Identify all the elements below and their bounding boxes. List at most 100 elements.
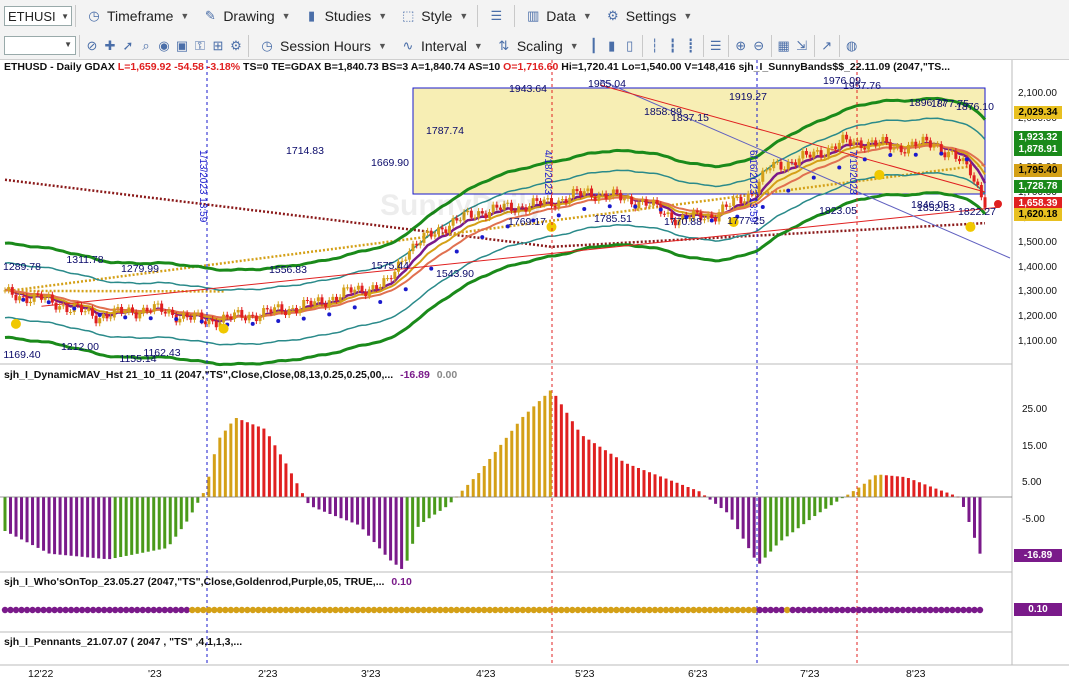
session-hours-button[interactable]: ◷ Session Hours ▼ bbox=[252, 32, 393, 59]
scaling-button[interactable]: ⇅ Scaling ▼ bbox=[489, 32, 585, 59]
hollow-candle-icon[interactable]: ▯ bbox=[621, 37, 639, 55]
candle-body bbox=[764, 170, 768, 172]
layout-select[interactable]: ▼ bbox=[4, 36, 76, 55]
candle-body bbox=[848, 139, 852, 146]
candle-body bbox=[936, 144, 940, 146]
whosontop-dot bbox=[304, 606, 312, 614]
style-button[interactable]: ⬚ Style ▼ bbox=[393, 0, 474, 32]
whosontop-dot bbox=[409, 606, 416, 614]
histogram-bar bbox=[267, 436, 271, 497]
whosontop-dot bbox=[833, 606, 840, 614]
candle-body bbox=[415, 243, 419, 246]
candle-body bbox=[101, 314, 105, 319]
signal-dot bbox=[72, 306, 77, 311]
candle-body bbox=[885, 136, 889, 143]
histogram-bar bbox=[917, 482, 921, 497]
candle-body bbox=[327, 300, 331, 308]
price-annotation: 1543.90 bbox=[436, 268, 474, 280]
candle-body bbox=[364, 291, 368, 297]
panel2-label: sjh_I_DynamicMAV_Hst 21_10_11 (2047,"TS"… bbox=[4, 369, 457, 381]
data-button[interactable]: ▥ Data ▼ bbox=[518, 0, 598, 32]
crosshair-icon[interactable]: ✚ bbox=[101, 37, 119, 55]
candle-body bbox=[3, 290, 7, 292]
candle-body bbox=[619, 192, 623, 201]
whosontop-dot bbox=[205, 606, 213, 614]
whosontop-dot bbox=[172, 606, 179, 614]
lock-icon[interactable]: ⚿ bbox=[191, 37, 209, 55]
histogram-bar bbox=[185, 497, 189, 522]
candle-body bbox=[411, 243, 415, 252]
candle-body bbox=[553, 205, 557, 208]
histogram-bar bbox=[130, 497, 134, 555]
histogram-bar bbox=[367, 497, 371, 536]
line-chart-icon[interactable]: ┇ bbox=[664, 37, 682, 55]
candle-body bbox=[7, 287, 11, 291]
whosontop-dot bbox=[839, 606, 846, 614]
panels-icon[interactable]: ☰ bbox=[707, 37, 725, 55]
trend-icon[interactable]: ↗ bbox=[818, 37, 836, 55]
whosontop-dot bbox=[194, 606, 201, 614]
candle-body bbox=[790, 161, 794, 163]
histogram-bar bbox=[262, 428, 266, 497]
candle-body bbox=[69, 312, 73, 314]
histogram-bar bbox=[251, 424, 255, 497]
candle-body bbox=[185, 313, 189, 318]
candle-body bbox=[18, 296, 22, 301]
panels-button[interactable]: ☰ bbox=[481, 0, 511, 32]
candle-body bbox=[145, 307, 149, 312]
eye-icon[interactable]: ◉ bbox=[155, 37, 173, 55]
volume-icon[interactable]: ┋ bbox=[682, 37, 700, 55]
dynamicmav-value: -16.89 bbox=[400, 369, 430, 381]
ohlc-icon[interactable]: ┆ bbox=[646, 37, 664, 55]
link-icon[interactable]: ⊘ bbox=[83, 37, 101, 55]
gear-icon: ⚙ bbox=[606, 8, 619, 23]
price-annotation: 1957.76 bbox=[843, 80, 881, 92]
whosontop-dot bbox=[73, 606, 80, 614]
signal-dot bbox=[352, 305, 357, 310]
histogram-bar bbox=[692, 489, 696, 497]
candle-body bbox=[728, 205, 732, 207]
zoom-out-icon[interactable]: ⊖ bbox=[750, 37, 768, 55]
candle-body bbox=[870, 140, 874, 142]
candle-body bbox=[21, 296, 25, 298]
zoom-select-icon[interactable]: ⌕ bbox=[137, 37, 155, 55]
candle-body bbox=[637, 201, 641, 209]
interval-button[interactable]: ∿ Interval ▼ bbox=[393, 32, 489, 59]
symbol-input[interactable]: ETHUSI ▼ bbox=[4, 6, 72, 26]
expand-icon[interactable]: ⇲ bbox=[793, 37, 811, 55]
timeframe-button[interactable]: ◷ Timeframe ▼ bbox=[79, 0, 195, 32]
candle-body bbox=[112, 308, 116, 318]
candle-body bbox=[141, 307, 145, 314]
drawing-button[interactable]: ✎ Drawing ▼ bbox=[195, 0, 296, 32]
histogram-bar bbox=[526, 411, 530, 497]
histogram-bar bbox=[559, 404, 563, 497]
scaling-icon: ⇅ bbox=[498, 37, 510, 53]
candle-body bbox=[444, 229, 448, 234]
settings-button[interactable]: ⚙ Settings ▼ bbox=[598, 0, 699, 32]
histogram-bar bbox=[928, 486, 932, 497]
object-tree-icon[interactable]: ⊞ bbox=[209, 37, 227, 55]
candle-body bbox=[906, 144, 910, 154]
chevron-down-icon[interactable]: ▼ bbox=[61, 12, 69, 21]
signal-dot bbox=[378, 300, 383, 305]
calendar-icon[interactable]: ▦ bbox=[775, 37, 793, 55]
bar-chart-icon[interactable]: ┃ bbox=[585, 37, 603, 55]
globe-icon[interactable]: ◍ bbox=[843, 37, 861, 55]
whosontop-dot bbox=[949, 606, 956, 614]
candlestick-icon[interactable]: ▮ bbox=[603, 37, 621, 55]
price-annotation: 1289.78 bbox=[3, 261, 41, 273]
studies-button[interactable]: ▮ Studies ▼ bbox=[297, 0, 394, 32]
candle-body bbox=[14, 294, 18, 301]
candle-body bbox=[976, 181, 980, 186]
candle-body bbox=[316, 297, 320, 302]
cursor-icon[interactable]: ➚ bbox=[119, 37, 137, 55]
swing-marker bbox=[874, 169, 885, 180]
whosontop-dot bbox=[106, 606, 113, 614]
whosontop-dot bbox=[486, 606, 493, 614]
zoom-in-icon[interactable]: ⊕ bbox=[732, 37, 750, 55]
whosontop-dot bbox=[178, 606, 185, 614]
whosontop-dot bbox=[976, 606, 984, 614]
histogram-bar bbox=[438, 497, 442, 511]
gear-small-icon[interactable]: ⚙ bbox=[227, 37, 245, 55]
image-icon[interactable]: ▣ bbox=[173, 37, 191, 55]
